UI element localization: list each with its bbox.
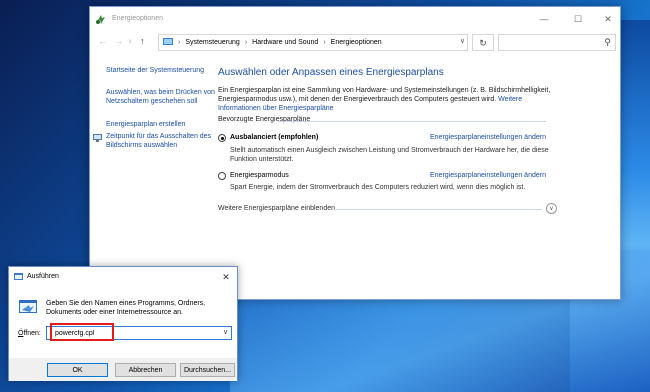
search-input[interactable]: ⚲ bbox=[498, 34, 616, 51]
plan-description-energiesparmodus: Spart Energie, indem der Stromverbrauch … bbox=[230, 184, 526, 191]
minimize-button[interactable]: — bbox=[534, 12, 554, 26]
browse-button[interactable]: Durchsuchen... bbox=[180, 363, 235, 377]
run-footer: OK Abbrechen Durchsuchen... bbox=[9, 358, 237, 381]
address-bar[interactable]: › Systemsteuerung › Hardware und Sound ›… bbox=[158, 34, 468, 51]
run-icon bbox=[19, 300, 37, 313]
maximize-button[interactable]: ☐ bbox=[568, 12, 588, 26]
close-button[interactable]: ✕ bbox=[598, 12, 618, 26]
monitor-clock-icon bbox=[93, 134, 102, 142]
chevron-down-icon[interactable]: ∨ bbox=[128, 38, 132, 45]
more-plans-label[interactable]: Weitere Energiesparpläne einblenden bbox=[218, 205, 335, 212]
page-title: Auswählen oder Anpassen eines Energiespa… bbox=[218, 67, 444, 78]
chevron-down-icon[interactable]: ∨ bbox=[546, 203, 557, 214]
section-divider bbox=[278, 121, 546, 122]
address-dropdown-icon[interactable]: ∨ bbox=[460, 37, 465, 45]
window-titlebar[interactable]: Energieoptionen — ☐ ✕ bbox=[90, 7, 620, 31]
breadcrumb-hardware-und-sound[interactable]: Hardware und Sound bbox=[252, 39, 318, 46]
run-body: Geben Sie den Namen eines Programms, Ord… bbox=[9, 288, 237, 358]
breadcrumb-separator: › bbox=[323, 39, 326, 46]
close-icon[interactable]: ✕ bbox=[217, 270, 235, 284]
red-highlight-box bbox=[50, 323, 114, 341]
open-label-suffix: ffnen: bbox=[23, 330, 41, 337]
run-description: Geben Sie den Namen eines Programms, Ord… bbox=[46, 300, 206, 316]
sidebar-home-link[interactable]: Startseite der Systemsteuerung bbox=[106, 66, 204, 75]
power-options-icon bbox=[96, 15, 105, 24]
navigation-bar: ← → ∨ ↑ › Systemsteuerung › Hardware und… bbox=[90, 31, 620, 55]
sidebar-link-display-off[interactable]: Zeitpunkt für das Ausschalten des Bildsc… bbox=[106, 132, 214, 150]
sidebar-link-power-buttons[interactable]: Auswählen, was beim Drücken von Netzscha… bbox=[106, 88, 216, 106]
run-title: Ausführen bbox=[27, 273, 59, 280]
plan-settings-link-ausbalanciert[interactable]: Energiesparplaneinstellungen ändern bbox=[430, 134, 546, 141]
run-icon bbox=[14, 273, 23, 280]
control-panel-icon bbox=[163, 38, 173, 45]
breadcrumb-systemsteuerung[interactable]: Systemsteuerung bbox=[185, 39, 239, 46]
window-content: Startseite der Systemsteuerung Auswählen… bbox=[90, 55, 620, 299]
arrow-right-icon[interactable]: → bbox=[114, 36, 123, 46]
run-titlebar[interactable]: Ausführen ✕ bbox=[9, 267, 237, 288]
open-label: Öffnen: bbox=[18, 330, 41, 337]
plan-name-energiesparmodus[interactable]: Energiesparmodus bbox=[230, 172, 289, 179]
sidebar-link-create-plan[interactable]: Energiesparplan erstellen bbox=[106, 120, 185, 129]
arrow-left-icon[interactable]: ← bbox=[98, 36, 107, 46]
breadcrumb-energieoptionen[interactable]: Energieoptionen bbox=[331, 39, 382, 46]
more-plans-divider bbox=[333, 209, 542, 210]
run-dialog: Ausführen ✕ Geben Sie den Namen eines Pr… bbox=[8, 266, 238, 381]
refresh-icon[interactable]: ↻ bbox=[472, 34, 494, 51]
radio-ausbalanciert[interactable] bbox=[218, 134, 226, 142]
ok-button[interactable]: OK bbox=[47, 363, 108, 377]
plan-name-ausbalanciert[interactable]: Ausbalanciert (empfohlen) bbox=[230, 134, 318, 141]
plan-description-ausbalanciert: Stellt automatisch einen Ausgleich zwisc… bbox=[230, 147, 549, 163]
window-title: Energieoptionen bbox=[112, 15, 163, 22]
plan-settings-link-energiesparmodus[interactable]: Energiesparplaneinstellungen ändern bbox=[430, 172, 546, 179]
page-description: Ein Energiesparplan ist eine Sammlung vo… bbox=[218, 86, 553, 113]
chevron-down-icon[interactable]: ∨ bbox=[223, 328, 228, 336]
breadcrumb-separator: › bbox=[244, 39, 248, 46]
cancel-button[interactable]: Abbrechen bbox=[115, 363, 176, 377]
breadcrumb-separator: › bbox=[178, 39, 181, 46]
radio-energiesparmodus[interactable] bbox=[218, 172, 226, 180]
power-options-window: Energieoptionen — ☐ ✕ ← → ∨ ↑ › Systemst… bbox=[89, 6, 621, 300]
arrow-up-icon[interactable]: ↑ bbox=[140, 36, 145, 46]
search-icon: ⚲ bbox=[604, 37, 611, 47]
